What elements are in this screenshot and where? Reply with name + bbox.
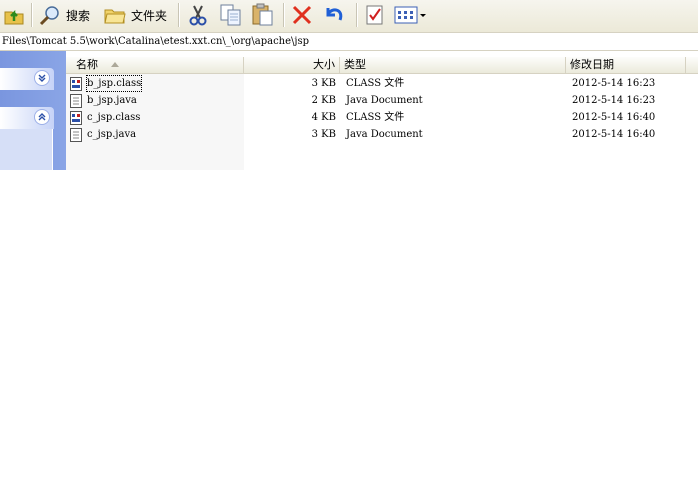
file-row[interactable]: b_jsp.class 3 KB CLASS 文件 2012-5-14 16:2… xyxy=(66,75,698,92)
column-header-bar: 名称 大小 类型 修改日期 xyxy=(66,57,698,74)
file-row[interactable]: c_jsp.java 3 KB Java Document 2012-5-14 … xyxy=(66,126,698,143)
file-modified: 2012-5-14 16:23 xyxy=(572,95,656,106)
file-type: CLASS 文件 xyxy=(346,78,405,89)
delete-icon xyxy=(292,5,312,25)
folder-icon xyxy=(104,9,126,24)
task-pane-section-body xyxy=(0,129,53,170)
column-modified-header[interactable]: 修改日期 xyxy=(566,57,686,73)
views-button[interactable] xyxy=(394,2,428,28)
up-folder-button[interactable] xyxy=(3,2,25,28)
file-modified: 2012-5-14 16:23 xyxy=(572,78,656,89)
file-type: Java Document xyxy=(346,95,423,106)
toolbar: 搜索 文件夹 xyxy=(0,0,698,33)
undo-button[interactable] xyxy=(322,2,346,28)
sort-ascending-icon xyxy=(110,62,119,67)
file-modified: 2012-5-14 16:40 xyxy=(572,112,656,123)
file-row[interactable]: b_jsp.java 2 KB Java Document 2012-5-14 … xyxy=(66,92,698,109)
column-size-label: 大小 xyxy=(313,58,335,71)
file-size: 3 KB xyxy=(311,78,336,89)
undo-icon xyxy=(326,8,343,21)
delete-button[interactable] xyxy=(291,2,313,28)
paste-icon xyxy=(252,3,273,26)
file-size: 3 KB xyxy=(311,129,336,140)
column-name-label: 名称 xyxy=(76,58,98,71)
column-type-header[interactable]: 类型 xyxy=(340,57,566,73)
folders-label: 文件夹 xyxy=(131,8,168,23)
address-path[interactable]: Files\Tomcat 5.5\work\Catalina\etest.xxt… xyxy=(0,33,698,51)
task-pane-section-header[interactable] xyxy=(0,107,54,129)
properties-button[interactable] xyxy=(364,2,386,28)
properties-icon xyxy=(366,5,383,25)
search-button[interactable]: 搜索 xyxy=(38,2,90,28)
up-folder-icon xyxy=(4,9,24,25)
file-modified: 2012-5-14 16:40 xyxy=(572,129,656,140)
search-icon xyxy=(39,6,59,26)
file-type: CLASS 文件 xyxy=(346,112,405,123)
file-size: 4 KB xyxy=(311,112,336,123)
task-pane-section-header[interactable] xyxy=(0,68,54,90)
column-size-header[interactable]: 大小 xyxy=(244,57,340,73)
copy-button[interactable] xyxy=(219,2,243,28)
expand-chevron-icon[interactable] xyxy=(34,70,50,86)
cut-icon xyxy=(189,5,207,26)
copy-icon xyxy=(220,4,241,26)
folders-button[interactable]: 文件夹 xyxy=(103,2,167,28)
column-type-label: 类型 xyxy=(344,58,366,71)
column-modified-label: 修改日期 xyxy=(570,58,614,71)
cut-button[interactable] xyxy=(187,2,209,28)
file-type: Java Document xyxy=(346,129,423,140)
task-pane xyxy=(0,51,66,170)
paste-button[interactable] xyxy=(251,2,275,28)
column-name-header[interactable]: 名称 xyxy=(66,57,244,73)
views-icon xyxy=(394,6,426,24)
collapse-chevron-icon[interactable] xyxy=(34,109,50,125)
search-label: 搜索 xyxy=(66,8,91,23)
file-row[interactable]: c_jsp.class 4 KB CLASS 文件 2012-5-14 16:4… xyxy=(66,109,698,126)
file-size: 2 KB xyxy=(311,95,336,106)
